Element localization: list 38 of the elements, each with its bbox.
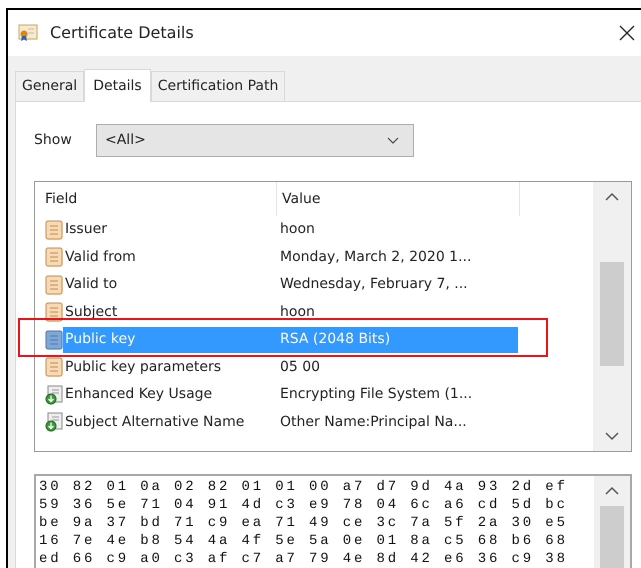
document-icon: [45, 357, 63, 378]
document-icon: [45, 220, 63, 240]
column-header[interactable]: Field: [35, 182, 277, 216]
scroll-down-icon[interactable]: [605, 431, 619, 441]
scroll-thumb[interactable]: [600, 262, 624, 366]
document-icon: [45, 274, 63, 295]
tab[interactable]: Details: [84, 69, 151, 102]
hex-line: 59 36 5e 71 04 91 4d c3 e9 78 04 6c a6 cd 5d bc: [39, 496, 569, 514]
list-row[interactable]: Subject hoon: [63, 299, 518, 326]
caret-icon: [387, 136, 399, 144]
download-document-icon: [45, 412, 63, 432]
list-row[interactable]: Enhanced Key Usage Encrypting File System (1...: [63, 382, 518, 408]
window-title: Certificate Details: [50, 22, 194, 44]
close-icon[interactable]: [619, 25, 635, 41]
scroll-thumb[interactable]: [600, 506, 624, 568]
show-dropdown[interactable]: <All>: [96, 124, 414, 157]
scroll-up-icon[interactable]: [605, 192, 619, 202]
scrollbar[interactable]: [593, 182, 631, 451]
download-document-icon: [45, 384, 63, 405]
scroll-up-icon[interactable]: [605, 486, 619, 496]
tab[interactable]: Certification Path: [150, 71, 286, 101]
tab[interactable]: General: [15, 71, 84, 101]
list-row[interactable]: Issuer hoon: [63, 216, 518, 243]
scrollbar[interactable]: [594, 476, 630, 568]
list-row[interactable]: Valid from Monday, March 2, 2020 1...: [63, 244, 518, 270]
document-icon: [45, 247, 63, 268]
list-row[interactable]: Public key parameters 05 00: [63, 354, 518, 380]
column-header[interactable]: Value: [277, 182, 520, 216]
list-row[interactable]: Valid to Wednesday, February 7, ...: [63, 272, 518, 298]
hex-line: 30 82 01 0a 02 82 01 01 00 a7 d7 9d 4a 93 2d ef: [39, 478, 569, 496]
hex-line: 16 7e 4e b8 54 4a 4f 5e 5a 0e 01 8a c5 68 b6 68: [39, 532, 569, 550]
hex-line: ed 66 c9 a0 c3 af c7 a7 79 4e 8d 42 e6 36 c9 38: [39, 550, 569, 568]
show-label: Show: [34, 131, 73, 150]
document-icon: [45, 330, 63, 350]
certificate-icon: [18, 24, 38, 42]
hex-line: be 9a 37 bd 71 c9 ea 71 49 ce 3c 7a 5f 2a 30 e5: [39, 514, 569, 532]
list-row[interactable]: Subject Alternative Name Other Name:Principal Na...: [63, 409, 518, 436]
document-icon: [45, 302, 63, 322]
